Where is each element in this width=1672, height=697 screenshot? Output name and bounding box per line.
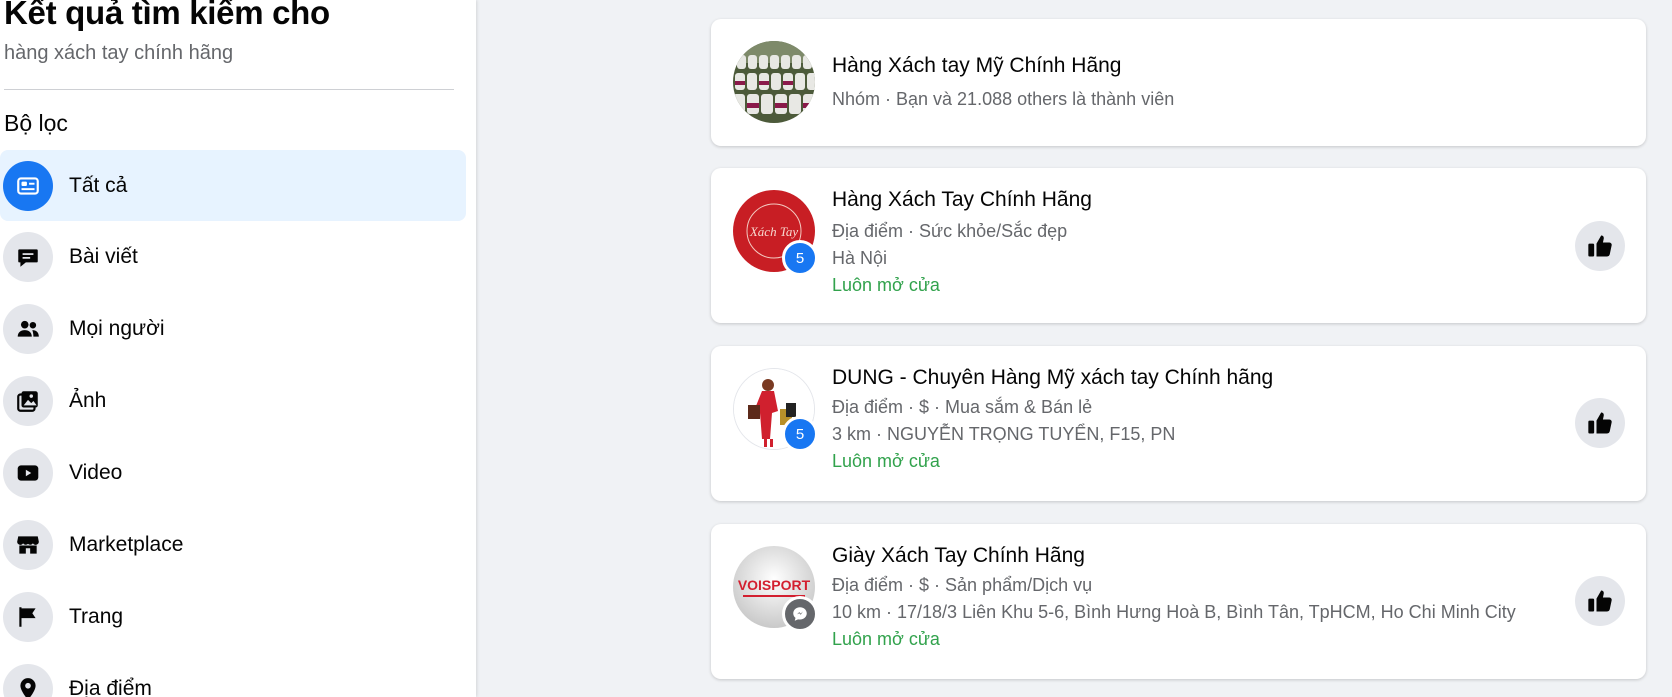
result-meta: Địa điểm · $ · Sản phẩm/Dịch vụ (832, 575, 1093, 595)
filter-item-label: Marketplace (69, 533, 184, 556)
result-title[interactable]: DUNG - Chuyên Hàng Mỹ xách tay Chính hãn… (832, 366, 1273, 390)
result-location: 3 km · NGUYỄN TRỌNG TUYỂN, F15, PN (832, 424, 1176, 444)
thumbs-up-icon (1588, 590, 1612, 612)
filter-item-label: Video (69, 461, 123, 484)
filter-nav: Tất cả Bài viết Mọi người Ảnh Video Mark… (0, 150, 466, 697)
flag-icon (3, 592, 53, 642)
filter-item-marketplace[interactable]: Marketplace (0, 509, 466, 581)
filter-item-posts[interactable]: Bài viết (0, 221, 466, 293)
divider (4, 89, 454, 90)
filter-item-label: Tất cả (69, 173, 128, 197)
location-pin-icon (3, 664, 53, 697)
search-result-card[interactable]: Xách Tay 5 Hàng Xách Tay Chính Hãng Địa … (711, 168, 1646, 323)
filter-item-all[interactable]: Tất cả (0, 150, 466, 221)
filter-item-label: Trang (69, 605, 124, 628)
post-icon (3, 232, 53, 282)
people-icon (3, 304, 53, 354)
result-meta: Nhóm · Bạn và 21.088 others là thành viê… (832, 89, 1175, 109)
filter-item-label: Bài viết (69, 245, 138, 268)
result-location: Hà Nội (832, 248, 888, 268)
video-icon (3, 448, 53, 498)
result-title[interactable]: Hàng Xách Tay Chính Hãng (832, 188, 1092, 212)
filter-item-label: Địa điểm (69, 677, 152, 697)
open-status: Luôn mở cửa (832, 451, 940, 471)
open-status: Luôn mở cửa (832, 275, 940, 295)
like-button[interactable] (1575, 221, 1625, 271)
result-location: 10 km · 17/18/3 Liên Khu 5-6, Bình Hưng … (832, 602, 1516, 622)
thumbs-up-icon (1588, 412, 1612, 434)
search-query: hàng xách tay chính hãng (4, 42, 234, 64)
result-title[interactable]: Hàng Xách tay Mỹ Chính Hãng (832, 54, 1122, 78)
group-avatar[interactable] (733, 41, 815, 123)
filter-item-label: Mọi người (69, 317, 165, 340)
avatar-logo-text: Xách Tay (749, 224, 798, 239)
filter-item-places[interactable]: Địa điểm (0, 653, 466, 697)
like-button[interactable] (1575, 398, 1625, 448)
thumbs-up-icon (1588, 235, 1612, 257)
filter-item-people[interactable]: Mọi người (0, 293, 466, 365)
search-filter-sidebar: Kết quả tìm kiếm cho hàng xách tay chính… (0, 0, 476, 697)
chat-bubble-icon (793, 607, 807, 621)
filter-item-pages[interactable]: Trang (0, 581, 466, 653)
avatar-logo-text: VOISPORT (738, 577, 811, 593)
open-status: Luôn mở cửa (832, 629, 940, 649)
search-result-card[interactable]: VOISPORT Giày Xách Tay Chính Hãng Địa đi… (711, 524, 1646, 679)
notification-badge: 5 (782, 240, 818, 276)
filter-item-photos[interactable]: Ảnh (0, 365, 466, 437)
filter-item-label: Ảnh (69, 389, 107, 412)
result-meta: Địa điểm · $ · Mua sắm & Bán lẻ (832, 397, 1093, 417)
feed-icon (3, 160, 53, 211)
notification-badge: 5 (782, 416, 818, 452)
filter-item-video[interactable]: Video (0, 437, 466, 509)
result-title[interactable]: Giày Xách Tay Chính Hãng (832, 544, 1085, 568)
filter-heading: Bộ lọc (4, 110, 68, 136)
shop-icon (3, 520, 53, 570)
like-button[interactable] (1575, 576, 1625, 626)
result-meta: Địa điểm · Sức khỏe/Sắc đẹp (832, 221, 1068, 241)
search-result-card[interactable]: Hàng Xách tay Mỹ Chính Hãng Nhóm · Bạn v… (711, 19, 1646, 146)
messenger-badge (782, 596, 818, 632)
search-result-card[interactable]: 5 DUNG - Chuyên Hàng Mỹ xách tay Chính h… (711, 346, 1646, 501)
page-title: Kết quả tìm kiếm cho (4, 0, 330, 31)
photo-icon (3, 376, 53, 426)
